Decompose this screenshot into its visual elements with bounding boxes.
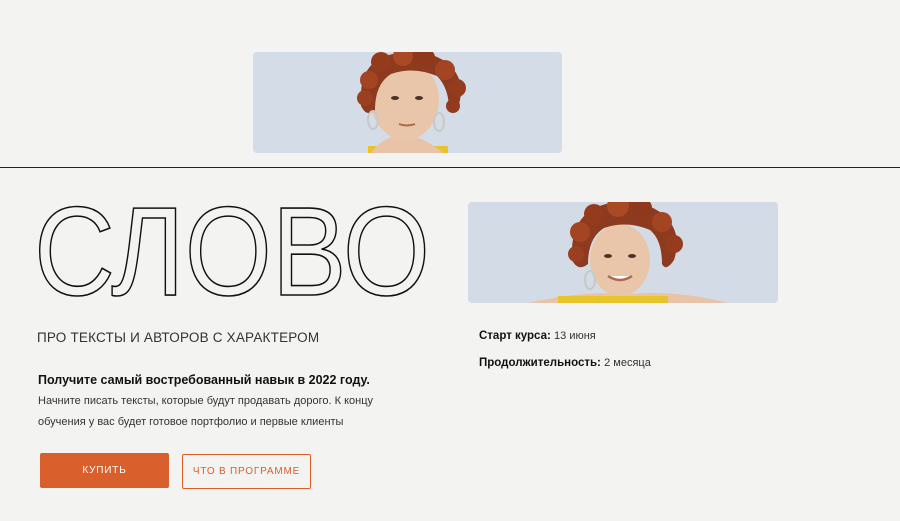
- portrait-image-smiling: [468, 202, 778, 303]
- course-duration-value: 2 месяца: [604, 357, 651, 369]
- hero-description: Начните писать тексты, которые будут про…: [38, 395, 374, 428]
- portrait-image: [253, 52, 562, 153]
- hero-photo-right: [468, 202, 778, 303]
- buy-button[interactable]: КУПИТЬ: [40, 453, 169, 488]
- section-divider: [0, 167, 900, 168]
- hero-title: СЛОВО: [34, 198, 434, 302]
- program-button[interactable]: ЧТО В ПРОГРАММЕ: [182, 454, 311, 489]
- course-duration: Продолжительность: 2 месяца: [479, 357, 651, 369]
- title-text: СЛОВО: [34, 198, 430, 302]
- course-duration-label: Продолжительность:: [479, 357, 601, 369]
- course-start-label: Старт курса:: [479, 330, 551, 342]
- hero-photo-top: [253, 52, 562, 153]
- hero-tagline: ПРО ТЕКСТЫ И АВТОРОВ С ХАРАКТЕРОМ: [37, 330, 320, 345]
- hero-headline: Получите самый востребованный навык в 20…: [38, 373, 370, 387]
- course-start: Старт курса: 13 июня: [479, 330, 596, 342]
- title-wordmark: СЛОВО: [34, 198, 431, 302]
- course-start-value: 13 июня: [554, 330, 596, 342]
